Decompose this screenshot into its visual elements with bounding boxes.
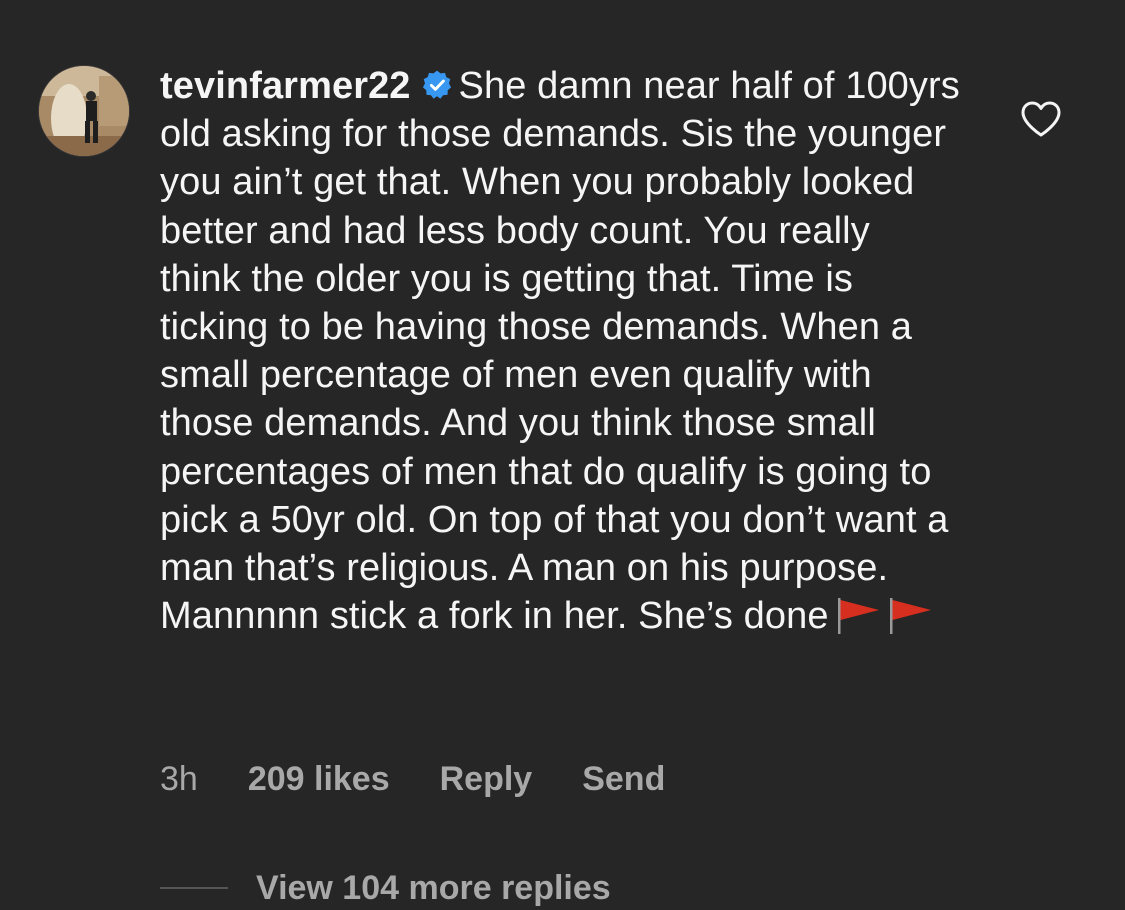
avatar-photo — [39, 66, 129, 156]
send-button[interactable]: Send — [582, 757, 665, 801]
comment-body: tevinfarmer22 She damn near half of 100yr… — [160, 62, 960, 640]
comment-text: She damn near half of 100yrs old asking … — [160, 65, 960, 638]
likes-count[interactable]: 209 likes — [248, 757, 390, 801]
reply-button[interactable]: Reply — [440, 757, 533, 801]
heart-outline-icon[interactable] — [1020, 100, 1062, 138]
comment-meta: 3h 209 likes Reply Send — [160, 757, 665, 801]
username[interactable]: tevinfarmer22 — [160, 65, 411, 107]
replies-divider — [160, 887, 228, 889]
red-flag-icon — [837, 598, 879, 635]
verified-badge-icon — [422, 70, 451, 99]
comment: tevinfarmer22 She damn near half of 100yr… — [0, 0, 1125, 910]
red-flag-icon — [889, 598, 931, 635]
view-replies[interactable]: View 104 more replies — [160, 866, 611, 910]
view-replies-label[interactable]: View 104 more replies — [256, 866, 611, 910]
timestamp: 3h — [160, 760, 198, 798]
avatar[interactable] — [38, 65, 130, 157]
